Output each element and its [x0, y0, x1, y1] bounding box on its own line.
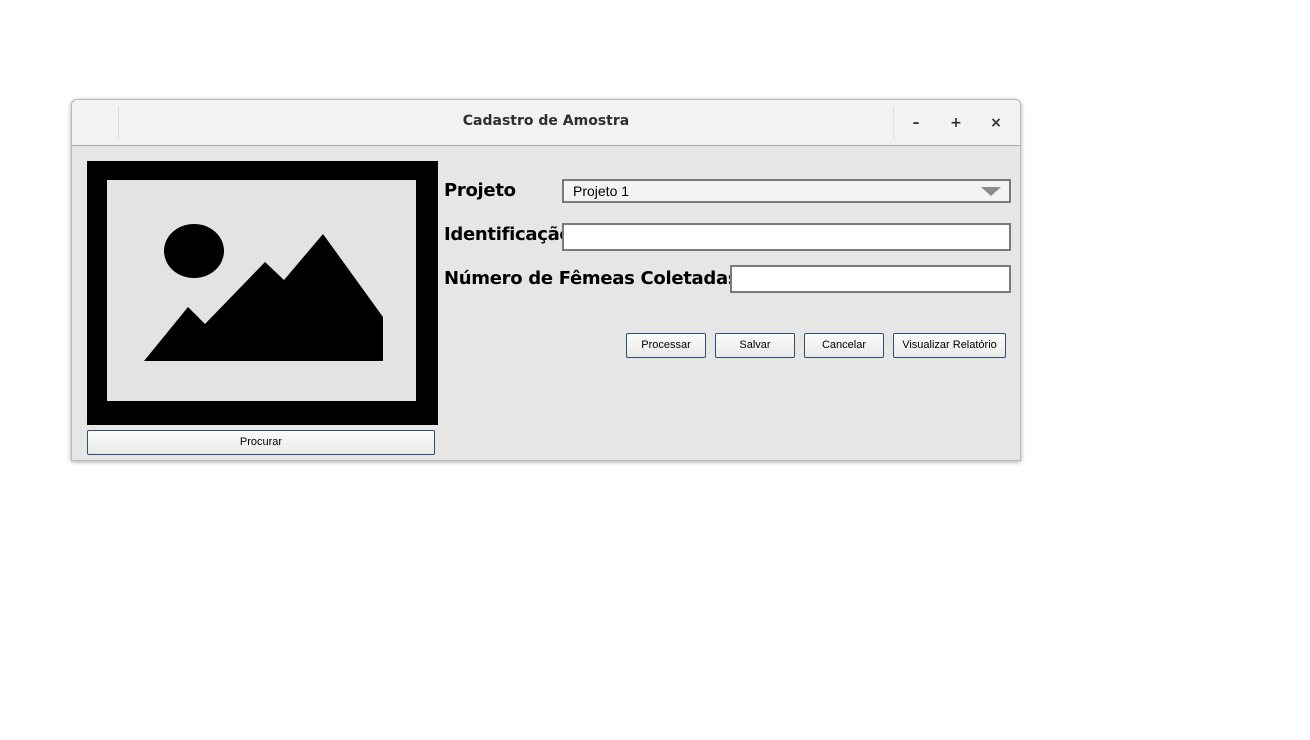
- maximize-button[interactable]: +: [945, 112, 967, 134]
- image-placeholder: [107, 180, 416, 401]
- view-report-button[interactable]: Visualizar Relatório: [893, 333, 1006, 358]
- project-select[interactable]: Projeto 1: [562, 179, 1011, 203]
- project-label: Projeto: [444, 180, 516, 201]
- sample-registration-window: Cadastro de Amostra – + × Procurar Proje…: [71, 99, 1021, 461]
- window-title: Cadastro de Amostra: [462, 113, 630, 129]
- browse-button[interactable]: Procurar: [87, 430, 435, 455]
- save-button[interactable]: Salvar: [715, 333, 795, 358]
- identification-field[interactable]: [562, 223, 1011, 251]
- minimize-button[interactable]: –: [905, 112, 927, 134]
- image-placeholder-icon: [144, 224, 383, 361]
- project-select-value: Projeto 1: [573, 183, 630, 199]
- titlebar-separator: [893, 106, 894, 139]
- cancel-button[interactable]: Cancelar: [804, 333, 884, 358]
- close-button[interactable]: ×: [985, 112, 1007, 134]
- title-bar[interactable]: Cadastro de Amostra – + ×: [72, 100, 1020, 146]
- females-collected-field[interactable]: [730, 265, 1011, 293]
- process-button[interactable]: Processar: [626, 333, 706, 358]
- image-preview: [87, 161, 438, 425]
- chevron-down-icon[interactable]: [981, 187, 1001, 196]
- identification-label: Identificação: [444, 224, 572, 245]
- females-collected-label: Número de Fêmeas Coletadas: [444, 268, 739, 289]
